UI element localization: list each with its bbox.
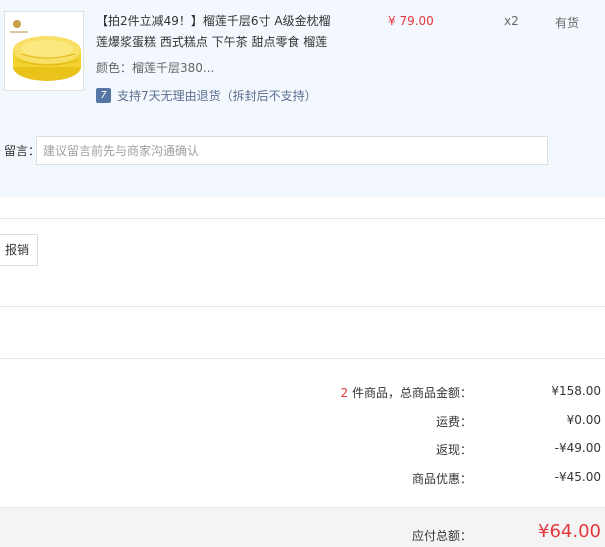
- rebate-row: 返现： -¥49.00: [0, 441, 605, 461]
- items-total-label: 2 件商品，总商品金额：: [341, 384, 472, 401]
- shipping-label: 运费：: [435, 415, 472, 429]
- rebate-value: -¥49.00: [554, 441, 601, 455]
- return-policy-text: 支持7天无理由退货（拆封后不支持）: [117, 89, 317, 103]
- payable-value: ¥64.00: [538, 521, 601, 542]
- items-total-text: 件商品，总商品金额：: [348, 386, 472, 400]
- product-quantity: x2: [504, 14, 519, 28]
- divider: [0, 218, 605, 219]
- payable-label: 应付总额：: [411, 529, 472, 543]
- product-price: ¥ 79.00: [388, 14, 434, 28]
- invoice-button[interactable]: 报销: [0, 234, 38, 266]
- shipping-row: 运费： ¥0.00: [0, 413, 605, 433]
- seven-day-return-icon: 7: [96, 88, 111, 103]
- product-thumbnail[interactable]: [4, 11, 84, 91]
- items-total-row: 2 件商品，总商品金额： ¥158.00: [0, 384, 605, 404]
- shipping-value: ¥0.00: [566, 413, 601, 427]
- order-item-panel: 【拍2件立减49！】榴莲千层6寸 A级金枕榴莲爆浆蛋糕 西式糕点 下午茶 甜点零…: [0, 0, 605, 197]
- discount-row: 商品优惠： -¥45.00: [0, 470, 605, 490]
- discount-value: -¥45.00: [554, 470, 601, 484]
- stock-status: 有货: [555, 16, 580, 30]
- return-policy: 7 支持7天无理由退货（拆封后不支持）: [96, 87, 317, 104]
- remark-input[interactable]: [36, 136, 548, 165]
- durian-cake-image: [5, 12, 83, 90]
- divider: [0, 306, 605, 307]
- payable-total-bar: 应付总额： ¥64.00: [0, 507, 605, 547]
- rebate-label: 返现：: [435, 443, 472, 457]
- product-title[interactable]: 【拍2件立减49！】榴莲千层6寸 A级金枕榴莲爆浆蛋糕 西式糕点 下午茶 甜点零…: [96, 11, 336, 53]
- discount-label: 商品优惠：: [411, 472, 472, 486]
- product-color: 颜色：榴莲千层380...: [96, 61, 215, 75]
- items-total-value: ¥158.00: [551, 384, 601, 398]
- remark-label: 留言：: [4, 144, 41, 158]
- divider: [0, 358, 605, 359]
